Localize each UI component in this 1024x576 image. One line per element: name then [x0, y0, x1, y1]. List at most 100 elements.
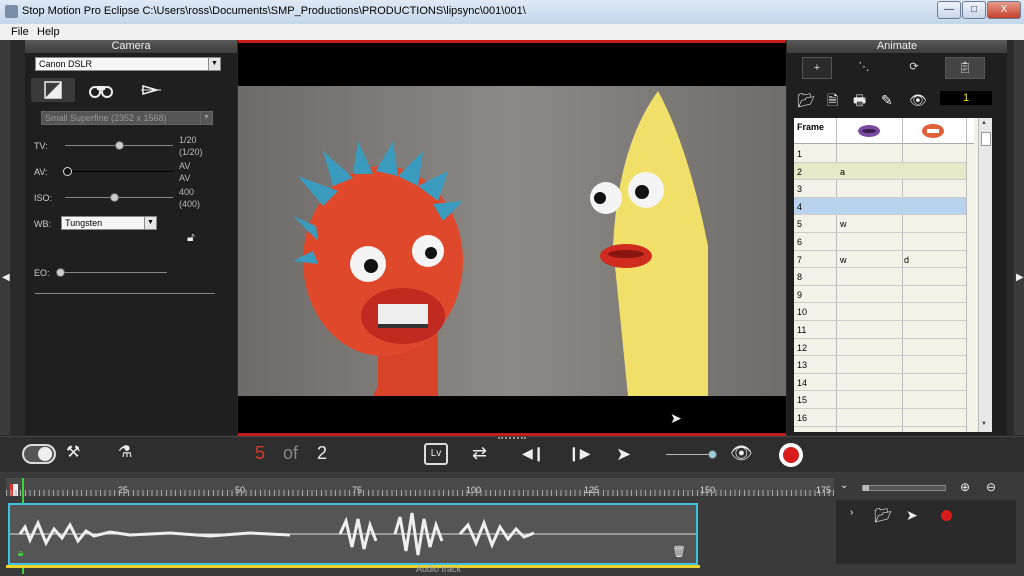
open-folder-icon[interactable]: 📂︎ — [797, 93, 815, 107]
resolution-select[interactable]: Small Superfine (2352 x 1568) ▼ — [41, 111, 213, 125]
scroll-thumb[interactable] — [981, 132, 991, 146]
onion-skin-icon[interactable]: 👁︎ — [909, 93, 927, 107]
open-folder-icon[interactable]: 📂︎ — [874, 508, 892, 522]
clipboard-button[interactable]: 📋︎ — [945, 57, 985, 79]
table-row[interactable]: 3 — [794, 180, 966, 198]
table-row[interactable]: 5w — [794, 215, 966, 233]
zoom-in-icon[interactable]: ⊕ — [960, 481, 970, 493]
lab-camera-icon[interactable]: ⚗ — [118, 445, 132, 461]
av-slider[interactable] — [65, 171, 173, 172]
zoom-slider[interactable] — [862, 485, 946, 491]
frame-number: 11 — [797, 325, 807, 335]
exposure-tab-button[interactable] — [31, 78, 75, 102]
menu-file[interactable]: File — [11, 26, 29, 38]
step-forward-icon[interactable]: ❙▶ — [568, 446, 591, 460]
table-row[interactable]: 9 — [794, 286, 966, 304]
document-icon[interactable]: 🗎 — [827, 93, 838, 107]
table-row[interactable]: 13 — [794, 356, 966, 374]
iso-slider-handle[interactable] — [110, 193, 119, 202]
collapse-left-icon[interactable]: ◀ — [2, 272, 10, 283]
trash-icon[interactable]: 🗑︎ — [672, 547, 686, 558]
close-button[interactable]: X — [987, 1, 1021, 19]
record-audio-icon[interactable] — [941, 510, 952, 521]
scroll-down-icon[interactable]: ▼ — [981, 421, 990, 427]
mouth-cell: w — [840, 219, 847, 230]
table-row[interactable]: 8 — [794, 268, 966, 286]
mouth-cell: d — [904, 254, 910, 265]
audio-track[interactable]: 🗑︎ 🔒︎ — [8, 503, 698, 565]
zoom-controls: ⌄ ⊕ ⊖ — [836, 478, 1016, 498]
frame-number: 16 — [797, 413, 808, 423]
collapse-right-icon[interactable]: ▶ — [1016, 272, 1024, 283]
play-audio-icon[interactable]: ➤ — [906, 508, 918, 522]
live-view-button[interactable]: Lv — [424, 443, 448, 465]
audio-waveform — [10, 512, 696, 556]
timeline-ruler[interactable]: 25 50 75 100 125 150 175 — [6, 478, 834, 496]
left-collapse-strip[interactable]: ◀ — [0, 40, 10, 435]
loop-toggle-icon[interactable]: ⇄ — [472, 444, 487, 462]
resize-grip[interactable] — [498, 437, 526, 441]
frame-number: 12 — [797, 342, 808, 353]
live-view[interactable]: ➤ — [238, 40, 786, 436]
playback-speed-handle[interactable] — [708, 450, 717, 459]
camera-device-value: Canon DSLR — [39, 59, 93, 69]
table-row[interactable]: 17 — [794, 427, 966, 432]
table-row[interactable]: 6 — [794, 233, 966, 251]
av-slider-handle[interactable] — [63, 167, 72, 176]
chevron-down-icon: ▼ — [200, 112, 212, 124]
lipsync-grid[interactable]: Frame 1 2a 3 4 5w 6 7wd 8 9 10 11 12 13 … — [794, 118, 992, 432]
wb-select[interactable]: Tungsten ▼ — [61, 216, 157, 230]
table-row[interactable]: 12 — [794, 339, 966, 357]
app-window: Stop Motion Pro Eclipse C:\Users\ross\Do… — [0, 0, 1024, 576]
playback-speed-slider[interactable] — [666, 454, 714, 455]
eye-icon[interactable]: 👁︎ — [730, 444, 753, 462]
eo-slider-handle[interactable] — [56, 268, 65, 277]
scroll-up-icon[interactable]: ▲ — [981, 120, 990, 126]
table-row-selected[interactable]: 4 — [794, 197, 966, 216]
lock-icon[interactable]: 🔒︎ — [18, 549, 23, 559]
play-icon[interactable]: ➤ — [616, 445, 631, 463]
maximize-button[interactable]: □ — [962, 1, 986, 19]
tv-label: TV: — [34, 141, 48, 151]
camera-panel: Canon DSLR ▼ Small Superfine (2352 x 156… — [25, 53, 237, 435]
unlock-icon[interactable]: 🔓︎ — [187, 231, 195, 243]
table-row[interactable]: 10 — [794, 303, 966, 321]
timeline-panel: 25 50 75 100 125 150 175 🗑︎ 🔒︎ Audio tra… — [0, 472, 1024, 576]
zoom-out-icon[interactable]: ⊖ — [986, 481, 996, 493]
print-icon[interactable]: 🖶 — [853, 93, 866, 107]
camera-device-select[interactable]: Canon DSLR ▼ — [35, 57, 221, 71]
grid-scrollbar[interactable]: ▲ ▼ — [978, 118, 992, 432]
refresh-button[interactable]: ⟳ — [899, 57, 929, 79]
overlay-toggle[interactable] — [22, 444, 56, 464]
menu-help[interactable]: Help — [37, 26, 60, 38]
path-button[interactable]: ⋱ — [849, 57, 879, 79]
binoculars-icon — [89, 86, 113, 98]
image-tools-icon[interactable]: ⚒ — [66, 445, 80, 461]
iso-value: 400 — [179, 187, 195, 197]
tv-slider-handle[interactable] — [115, 141, 124, 150]
right-collapse-strip[interactable]: ▶ — [1014, 40, 1024, 435]
table-row[interactable]: 7 w d — [794, 251, 966, 269]
table-row[interactable]: 14 — [794, 374, 966, 392]
pen-icon[interactable]: ✎ — [881, 93, 893, 107]
table-row[interactable]: 15 — [794, 391, 966, 409]
table-row[interactable]: 16 — [794, 409, 966, 427]
zoom-slider-handle[interactable] — [863, 485, 869, 491]
tv-value: 1/20 — [179, 135, 197, 145]
table-row[interactable]: 2a — [794, 162, 966, 181]
motion-path-icon: ⋱ — [858, 61, 870, 73]
table-row[interactable]: 1 — [794, 145, 966, 163]
frame-number: 13 — [797, 360, 808, 371]
step-back-icon[interactable]: ◀❙ — [522, 446, 545, 460]
minimize-button[interactable]: — — [937, 1, 961, 19]
table-row[interactable]: 11 — [794, 321, 966, 339]
iso-slider[interactable] — [65, 197, 173, 198]
record-button[interactable] — [779, 443, 803, 467]
frame-number: 14 — [797, 377, 808, 388]
expand-chevron-icon[interactable]: › — [850, 508, 853, 518]
add-frame-button[interactable]: + — [802, 57, 832, 79]
eo-slider[interactable] — [59, 272, 167, 273]
capture-tab-button[interactable] — [135, 78, 167, 102]
focus-tab-button[interactable] — [85, 78, 117, 102]
chevron-down-icon[interactable]: ⌄ — [840, 481, 848, 491]
